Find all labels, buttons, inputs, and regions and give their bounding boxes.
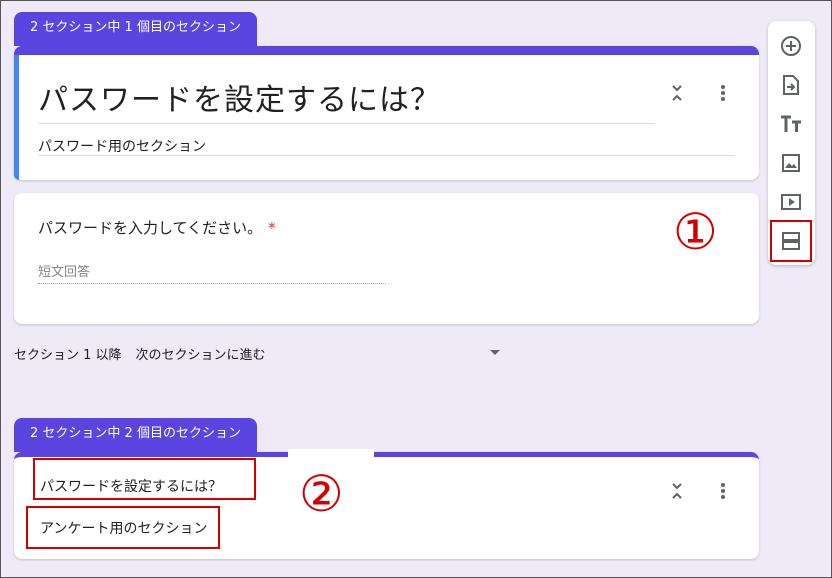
- focus-accent: [14, 55, 19, 180]
- section-1-title[interactable]: パスワードを設定するには？: [38, 75, 441, 119]
- question-text: パスワードを入力してください。: [38, 219, 263, 237]
- import-questions-icon[interactable]: [779, 73, 803, 97]
- after-section-navigation[interactable]: セクション 1 以降 次のセクションに進む: [14, 344, 266, 363]
- annotation-box-add-section: [770, 220, 812, 262]
- short-answer-placeholder: 短文回答: [38, 265, 91, 280]
- description-underline: [38, 155, 734, 156]
- add-question-icon[interactable]: [779, 34, 803, 58]
- section-1-tab: 2 セクション中 1 個目のセクション: [14, 12, 257, 46]
- section-1-description[interactable]: パスワード用のセクション: [38, 136, 206, 156]
- short-answer-line: [38, 283, 386, 284]
- after-section-select[interactable]: 次のセクションに進む: [136, 348, 266, 363]
- annotation-box-section-title: [33, 458, 256, 500]
- annotation-box-section-description: [26, 506, 220, 549]
- question-label: パスワードを入力してください。 *: [38, 217, 276, 238]
- add-video-icon[interactable]: [779, 190, 803, 214]
- annotation-marker-1: ①: [673, 203, 718, 261]
- add-image-icon[interactable]: [779, 151, 803, 175]
- annotation-marker-2: ②: [299, 465, 344, 523]
- title-underline: [38, 123, 654, 124]
- section-1-header-card[interactable]: パスワードを設定するには？ パスワード用のセクション: [14, 46, 759, 180]
- section-2-tab: 2 セクション中 2 個目のセクション: [14, 418, 257, 452]
- more-options-icon[interactable]: [711, 479, 735, 503]
- more-options-icon[interactable]: [711, 81, 735, 105]
- collapse-section-icon[interactable]: [665, 479, 689, 503]
- required-mark: *: [268, 219, 276, 237]
- after-section-label: セクション 1 以降: [14, 348, 122, 363]
- collapse-section-icon[interactable]: [665, 81, 689, 105]
- add-title-icon[interactable]: [779, 112, 803, 136]
- screenshot-patch: [288, 449, 374, 459]
- dropdown-caret-icon[interactable]: [490, 350, 500, 355]
- question-card[interactable]: パスワードを入力してください。 * 短文回答: [14, 193, 759, 324]
